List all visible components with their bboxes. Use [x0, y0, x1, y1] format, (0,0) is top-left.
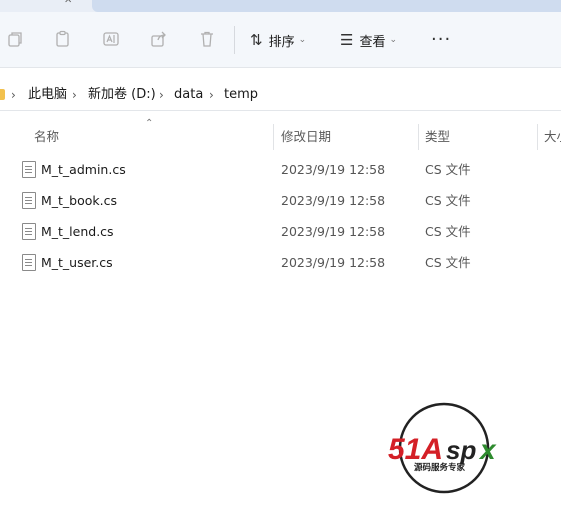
file-type: CS 文件 — [425, 193, 471, 208]
sort-ascending-icon: ⌃ — [145, 118, 154, 129]
logo-brand-x: x — [478, 434, 497, 465]
file-icon — [22, 254, 36, 271]
chevron-right-icon: › — [72, 88, 77, 102]
tab-close-icon[interactable]: ✕ — [64, 0, 72, 6]
file-icon — [22, 223, 36, 240]
file-modified: 2023/9/19 12:58 — [281, 224, 386, 239]
breadcrumb-item-drive[interactable]: 新加卷 (D:) — [88, 86, 156, 104]
breadcrumb-item-this-pc[interactable]: 此电脑 — [28, 86, 67, 104]
column-header-size[interactable]: 大小 — [544, 128, 561, 146]
address-bar[interactable] — [0, 80, 561, 110]
logo-brand-sp: sp — [446, 435, 476, 465]
sort-label: 排序 — [268, 34, 295, 50]
folder-icon — [0, 89, 5, 100]
active-tab[interactable] — [92, 0, 561, 12]
view-label: 查看 — [359, 34, 386, 50]
column-header-type[interactable]: 类型 — [425, 128, 450, 146]
toolbar-divider — [234, 26, 235, 54]
file-modified: 2023/9/19 12:58 — [281, 162, 386, 177]
logo-brand-51: 51A — [388, 433, 443, 466]
file-type: CS 文件 — [425, 255, 471, 270]
column-header-name[interactable]: 名称 — [34, 128, 59, 146]
rename-icon[interactable] — [101, 30, 121, 50]
cut-icon[interactable] — [5, 30, 25, 50]
paste-icon[interactable] — [53, 30, 73, 50]
breadcrumb-item-data[interactable]: data — [174, 86, 203, 104]
column-divider[interactable] — [537, 124, 538, 150]
more-options-icon[interactable]: ··· — [431, 28, 451, 52]
file-modified: 2023/9/19 12:58 — [281, 255, 386, 270]
file-name: M_t_book.cs — [41, 193, 118, 208]
delete-icon[interactable] — [197, 30, 217, 50]
sort-icon: ⇅ — [250, 31, 263, 49]
address-bottom-border — [0, 110, 561, 111]
file-modified: 2023/9/19 12:58 — [281, 193, 386, 208]
file-name: M_t_user.cs — [41, 255, 113, 270]
share-icon[interactable] — [149, 30, 169, 50]
view-list-icon: ☰ — [340, 31, 354, 49]
chevron-down-icon: ⌄ — [389, 35, 398, 45]
file-icon — [22, 192, 36, 209]
chevron-right-icon: › — [11, 88, 16, 102]
chevron-right-icon: › — [159, 88, 164, 102]
file-row[interactable]: M_t_lend.cs 2023/9/19 12:58 CS 文件 — [0, 217, 561, 248]
breadcrumb-item-temp[interactable]: temp — [224, 86, 258, 104]
sort-button[interactable]: ⇅ 排序 ⌄ — [250, 28, 306, 52]
chevron-right-icon: › — [209, 88, 214, 102]
column-header-modified[interactable]: 修改日期 — [281, 128, 331, 146]
file-type: CS 文件 — [425, 224, 471, 239]
logo-tagline: 源码服务专家 — [414, 462, 466, 473]
file-type: CS 文件 — [425, 162, 471, 177]
view-button[interactable]: ☰ 查看 ⌄ — [340, 28, 397, 52]
file-name: M_t_admin.cs — [41, 162, 126, 177]
file-row[interactable]: M_t_admin.cs 2023/9/19 12:58 CS 文件 — [0, 155, 561, 186]
toolbar-bottom-border — [0, 67, 561, 68]
file-row[interactable]: M_t_book.cs 2023/9/19 12:58 CS 文件 — [0, 186, 561, 217]
file-name: M_t_lend.cs — [41, 224, 114, 239]
chevron-down-icon: ⌄ — [298, 35, 307, 45]
column-divider[interactable] — [418, 124, 419, 150]
file-row[interactable]: M_t_user.cs 2023/9/19 12:58 CS 文件 — [0, 248, 561, 279]
watermark-logo: 51A sp x 源码服务专家 — [388, 402, 497, 494]
column-divider[interactable] — [273, 124, 274, 150]
file-icon — [22, 161, 36, 178]
